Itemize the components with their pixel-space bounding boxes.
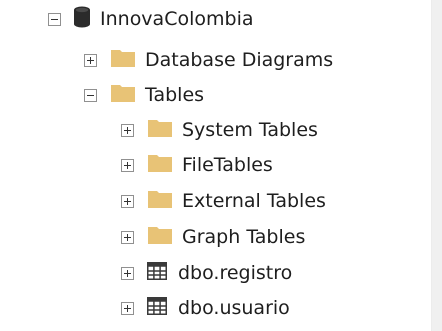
expand-toggle-icon[interactable] <box>121 301 134 315</box>
expand-toggle-icon[interactable] <box>121 266 134 280</box>
tree-node-external-tables[interactable]: External Tables <box>121 184 326 218</box>
database-icon <box>73 6 91 33</box>
tree-node-graph-tables[interactable]: Graph Tables <box>121 220 305 254</box>
panel-edge <box>431 0 442 331</box>
folder-label: Database Diagrams <box>145 49 334 71</box>
tree-node-filetables[interactable]: FileTables <box>121 148 273 182</box>
collapse-toggle-icon[interactable] <box>48 12 61 26</box>
folder-icon <box>148 119 172 142</box>
tree-node-database-diagrams[interactable]: Database Diagrams <box>84 43 333 77</box>
expand-toggle-icon[interactable] <box>84 53 97 67</box>
tree-node-table-registro[interactable]: dbo.registro <box>121 256 292 290</box>
expand-toggle-icon[interactable] <box>121 158 134 172</box>
folder-icon <box>148 226 172 249</box>
folder-label: FileTables <box>182 154 273 176</box>
table-label: dbo.usuario <box>178 297 290 319</box>
folder-icon <box>148 190 172 213</box>
expand-toggle-icon[interactable] <box>121 123 134 137</box>
object-explorer-tree: InnovaColombia Database Diagrams Tables … <box>0 0 430 331</box>
tree-node-system-tables[interactable]: System Tables <box>121 113 318 147</box>
folder-icon <box>111 84 135 107</box>
tree-node-tables[interactable]: Tables <box>84 78 204 112</box>
tree-node-table-usuario[interactable]: dbo.usuario <box>121 291 290 325</box>
table-grid-icon <box>147 296 167 320</box>
folder-label: Graph Tables <box>182 226 306 248</box>
database-name-label: InnovaColombia <box>100 8 254 30</box>
folder-label: External Tables <box>182 190 326 212</box>
tree-node-database[interactable]: InnovaColombia <box>48 2 253 36</box>
table-grid-icon <box>147 261 167 285</box>
folder-icon <box>148 154 172 177</box>
expand-toggle-icon[interactable] <box>121 230 134 244</box>
folder-icon <box>111 49 135 72</box>
folder-label: Tables <box>145 84 205 106</box>
folder-label: System Tables <box>182 119 318 141</box>
collapse-toggle-icon[interactable] <box>84 88 97 102</box>
expand-toggle-icon[interactable] <box>121 194 134 208</box>
table-label: dbo.registro <box>178 262 293 284</box>
